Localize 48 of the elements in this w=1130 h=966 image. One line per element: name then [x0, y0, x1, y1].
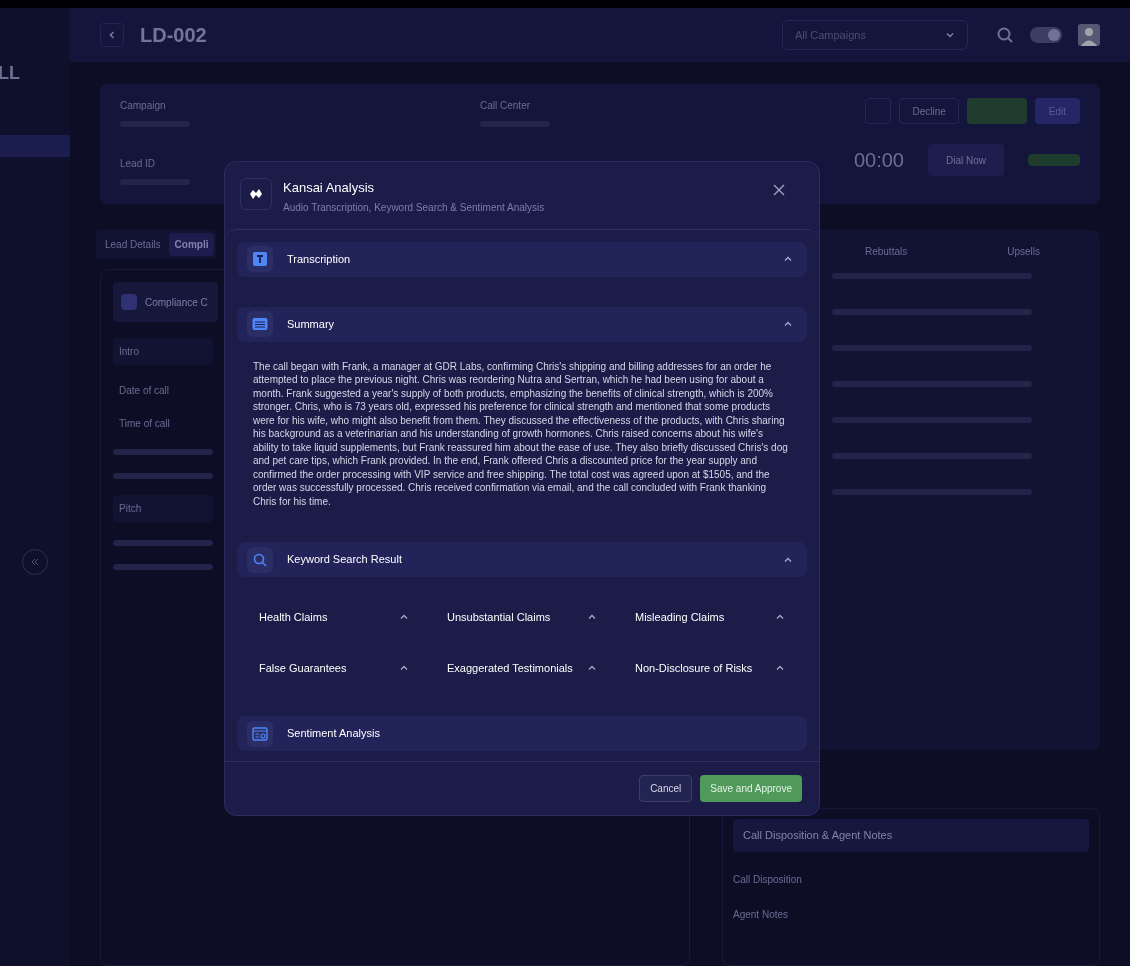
info-label: Campaign — [120, 99, 167, 113]
list-icon — [251, 315, 269, 333]
keyword-toggle[interactable]: Misleading Claims — [635, 609, 785, 626]
keyword-toggle[interactable]: Unsubstantial Claims — [447, 609, 597, 626]
section-header: Intro — [113, 338, 213, 365]
chart-window-icon — [251, 724, 269, 743]
theme-toggle[interactable] — [1030, 27, 1062, 43]
call-timer: 00:00 — [853, 148, 904, 173]
avatar-icon[interactable] — [1078, 24, 1100, 46]
decline-button[interactable]: Decline — [899, 98, 959, 124]
chevron-down-icon[interactable] — [945, 30, 955, 40]
logo-text: LL — [0, 62, 21, 85]
panel-title: Call Disposition & Agent Notes — [733, 819, 1089, 852]
keyword-toggle[interactable]: Health Claims — [259, 609, 409, 626]
compliance-icon — [121, 294, 137, 310]
chevron-left-icon — [107, 30, 117, 40]
page-title: LD-002 — [140, 23, 207, 48]
double-chevron-left-icon — [30, 556, 40, 567]
info-label: Lead ID — [120, 157, 157, 171]
cancel-button[interactable]: Cancel — [639, 775, 693, 802]
compliance-card-header: Compliance C — [113, 282, 218, 322]
text-icon — [251, 250, 269, 268]
field-label: Agent Notes — [733, 907, 790, 922]
keyword-toggle[interactable]: Non-Disclosure of Risks — [635, 659, 785, 676]
section-header: Pitch — [113, 495, 213, 522]
script-tab[interactable]: Rebuttals — [864, 244, 908, 259]
script-tab[interactable]: Upsells — [1007, 244, 1040, 259]
keyword-toggle[interactable]: Exaggerated Testimonials — [447, 659, 597, 676]
dialog-title: Kansai Analysis — [283, 179, 376, 197]
accordion-header[interactable]: Keyword Search Result — [237, 542, 807, 577]
checklist-row-text: Time of call — [118, 417, 171, 431]
checklist-row-text: Date of call — [118, 384, 171, 398]
tab[interactable]: Compli — [168, 233, 215, 256]
accordion-header[interactable]: Transcription — [237, 241, 807, 277]
summary-text: The call began with Frank, a manager at GDR Labs, confirming Chris's shipping and billing addresses for an order he attempted to place the previous night. Chris was reordering Nutra and Sertran, which he had been using for about a month. Frank suggested a year's supply of both products, emphasizing the benefits of clinical strength, which is 200% stronger. Chris, who is 73 years old, expressed his preference for clinical strength and mentioned that some products were for his wife, who might also benefit from them. They discussed the effectiveness of the products, with Chris sharing his background as a veterinarian and his understanding of growth hormones. Chris raised concerns about his wife's ability to take liquid supplements, but Frank reassured him about the ease of use. They also briefly discussed Chris's dog and pet care tips, which Frank provided. In the end, Frank offered Chris a discounted price for the year supply and confirmed the order processing with VIP service and free shipping. The total cost was agreed upon at $1505, and the order was successfully processed. Chris received confirmation via email, and the call concluded with Frank thanking Chris for his time. — [252, 359, 789, 509]
close-icon — [773, 184, 785, 196]
field-label: Call Disposition — [733, 872, 803, 887]
dialog-subtitle: Audio Transcription, Keyword Search & Sentiment Analysis — [283, 200, 546, 215]
search-icon[interactable] — [996, 26, 1014, 44]
chevron-up-icon[interactable] — [783, 254, 793, 264]
chevron-up-icon[interactable] — [783, 319, 793, 329]
status-badge — [1028, 154, 1080, 166]
accordion-header[interactable]: Sentiment Analysis — [237, 716, 807, 751]
tab[interactable]: Lead Details — [99, 233, 167, 256]
accordion-header[interactable]: Summary — [237, 306, 807, 342]
keyword-toggle[interactable]: False Guarantees — [259, 659, 409, 676]
info-label: Call Center — [480, 99, 532, 113]
logo-icon — [249, 188, 263, 200]
